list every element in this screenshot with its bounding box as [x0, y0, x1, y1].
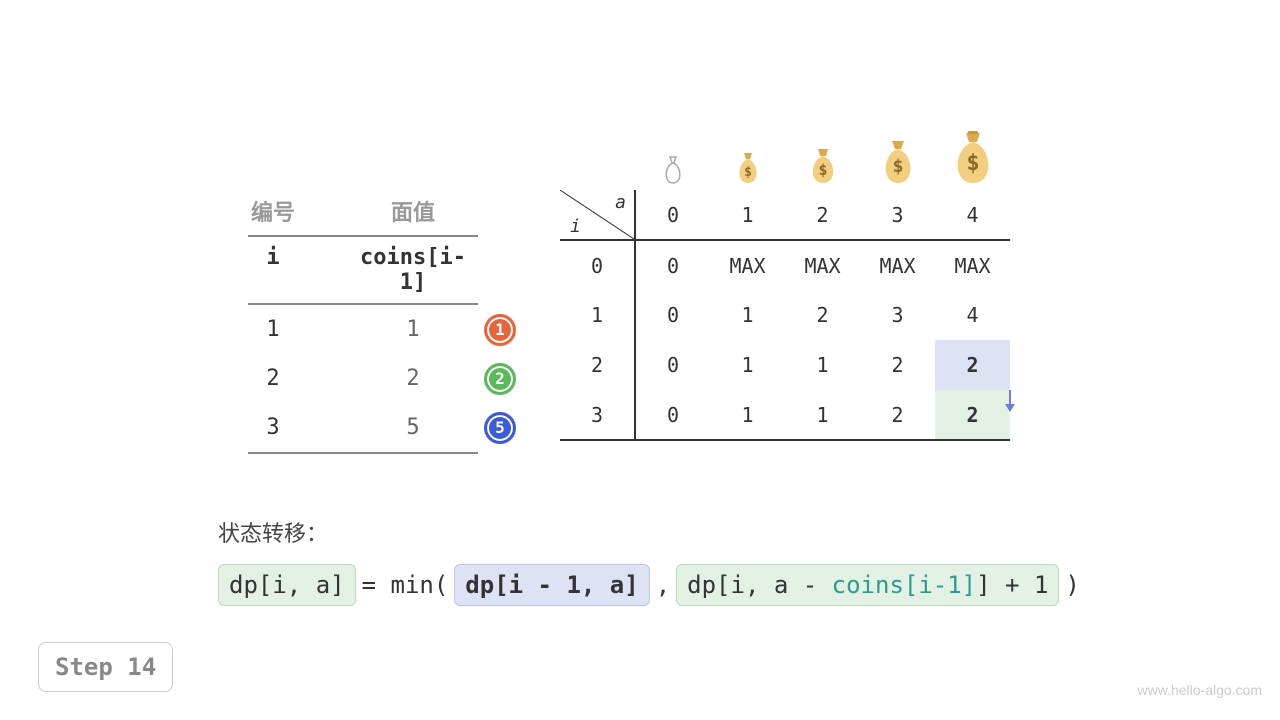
coins-hdr-value: 面值 [348, 195, 478, 227]
dp-table: a i 0 1 2 3 4 0 0 MAX MAX MAX MAX 1 0 1 [560, 190, 1010, 441]
transition-arrow-icon [1004, 390, 1016, 417]
eq-term1: dp[i - 1, a] [454, 564, 649, 606]
dp-row-1: 1 0 1 2 3 4 [560, 290, 1010, 340]
state-transition-label: 状态转移： [218, 516, 328, 548]
dp-cell-target: 2 [935, 390, 1010, 440]
dp-col-hdr: 4 [935, 190, 1010, 240]
dp-header-row: a i 0 1 2 3 4 [560, 190, 1010, 240]
watermark: www.hello-algo.com [1138, 682, 1263, 698]
dp-axis-a: a [615, 192, 626, 213]
dp-col-hdr: 2 [785, 190, 860, 240]
coins-table: 编号 面值 i coins[i-1] 1 1 1 2 2 2 3 5 5 [248, 195, 478, 454]
svg-text:$: $ [818, 161, 827, 179]
coins-hdr-index: 编号 [248, 195, 298, 227]
dp-row-2: 2 0 1 1 2 2 [560, 340, 1010, 390]
svg-text:$: $ [892, 156, 903, 177]
dp-cell-source: 2 [935, 340, 1010, 390]
recurrence-equation: dp[i, a] = min( dp[i - 1, a] , dp[i, a -… [218, 564, 1080, 606]
dp-row-3: 3 0 1 1 2 2 [560, 390, 1010, 440]
coin-icon: 5 [484, 412, 516, 444]
eq-text: ) [1065, 571, 1079, 599]
coins-row-3: 3 5 5 [248, 403, 478, 454]
coins-row-2: 2 2 2 [248, 354, 478, 403]
svg-text:$: $ [744, 165, 752, 180]
bag-amount-3: $ [860, 115, 935, 185]
dp-row-0: 0 0 MAX MAX MAX MAX [560, 240, 1010, 290]
step-badge: Step 14 [38, 642, 173, 692]
bag-amount-1: $ [710, 115, 785, 185]
eq-lhs: dp[i, a] [218, 564, 356, 606]
coin-icon: 2 [484, 363, 516, 395]
dp-axis-i: i [570, 216, 581, 237]
dp-col-hdr: 0 [635, 190, 710, 240]
coins-row-1: 1 1 1 [248, 305, 478, 354]
bag-amount-0 [635, 115, 710, 185]
money-bags-row: $ $ $ $ [635, 115, 1010, 185]
bag-amount-4: $ [935, 115, 1010, 185]
dp-col-hdr: 1 [710, 190, 785, 240]
bag-amount-2: $ [785, 115, 860, 185]
eq-term2: dp[i, a - coins[i-1]] + 1 [676, 564, 1059, 606]
coins-sub-expr: coins[i-1] [348, 245, 478, 295]
eq-text: , [656, 571, 670, 599]
coins-sub-i: i [248, 245, 298, 295]
eq-text: = min( [362, 571, 449, 599]
svg-text:$: $ [966, 151, 979, 176]
dp-col-hdr: 3 [860, 190, 935, 240]
coin-icon: 1 [484, 314, 516, 346]
dp-corner: a i [560, 190, 635, 240]
